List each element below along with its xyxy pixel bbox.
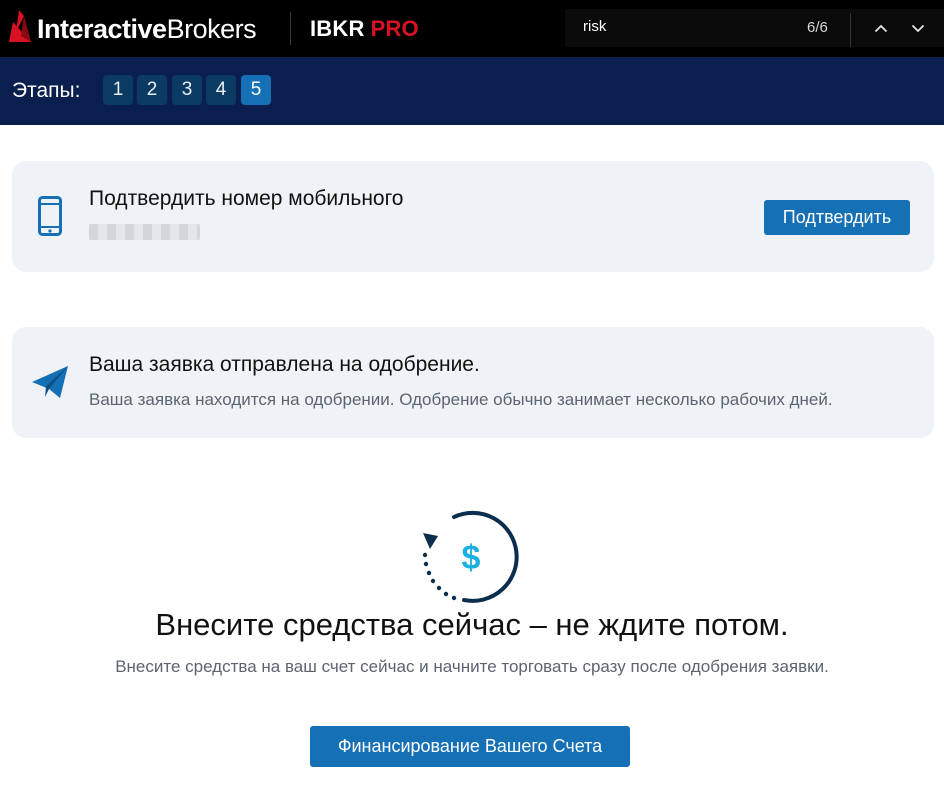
step-4-button[interactable]: 4 — [206, 75, 236, 105]
product-label: IBKR — [310, 16, 365, 41]
find-input[interactable] — [583, 18, 783, 35]
find-previous-button[interactable] — [870, 17, 892, 39]
product-suffix: PRO — [370, 16, 419, 41]
fund-account-button[interactable]: Финансирование Вашего Счета — [310, 726, 630, 767]
find-divider — [850, 13, 851, 47]
steps-label: Этапы: — [12, 79, 81, 102]
header-divider — [290, 12, 291, 45]
step-1-button[interactable]: 1 — [103, 75, 133, 105]
dollar-refresh-icon: $ — [422, 510, 519, 603]
interactive-brokers-logo-icon — [9, 10, 31, 42]
find-next-button[interactable] — [907, 17, 929, 39]
find-match-count: 6/6 — [807, 19, 828, 36]
product-name: IBKR PRO — [310, 16, 419, 42]
funding-subtitle: Внесите средства на ваш счет сейчас и на… — [115, 657, 829, 676]
mobile-phone-icon — [38, 196, 62, 236]
application-status-card: Ваша заявка отправлена на одобрение. Ваш… — [12, 327, 934, 438]
masked-phone-number — [89, 224, 200, 240]
chevron-up-icon — [874, 24, 888, 32]
step-3-button[interactable]: 3 — [172, 75, 202, 105]
status-card-subtitle: Ваша заявка находится на одобрении. Одоб… — [89, 390, 833, 409]
brand-prefix: Interactive — [37, 14, 167, 44]
step-5-button[interactable]: 5 — [241, 75, 271, 105]
paper-plane-icon — [32, 366, 68, 398]
step-2-button[interactable]: 2 — [137, 75, 167, 105]
steps-bar: Этапы: 1 2 3 4 5 — [0, 57, 944, 125]
find-in-page-bar: 6/6 — [565, 9, 944, 47]
phone-verification-card: Подтвердить номер мобильного Подтвердить — [12, 161, 934, 272]
top-bar: InteractiveBrokers IBKRPRO 6/6 — [0, 0, 944, 57]
phone-card-title: Подтвердить номер мобильного — [89, 187, 404, 210]
brand-suffix: Brokers — [166, 14, 257, 44]
status-card-title: Ваша заявка отправлена на одобрение. — [89, 353, 480, 376]
brand-name[interactable]: InteractiveBrokers — [37, 14, 257, 45]
funding-title: Внесите средства сейчас – не ждите потом… — [155, 607, 789, 642]
confirm-phone-button[interactable]: Подтвердить — [764, 200, 910, 235]
chevron-down-icon — [911, 24, 925, 32]
svg-text:$: $ — [462, 539, 481, 577]
